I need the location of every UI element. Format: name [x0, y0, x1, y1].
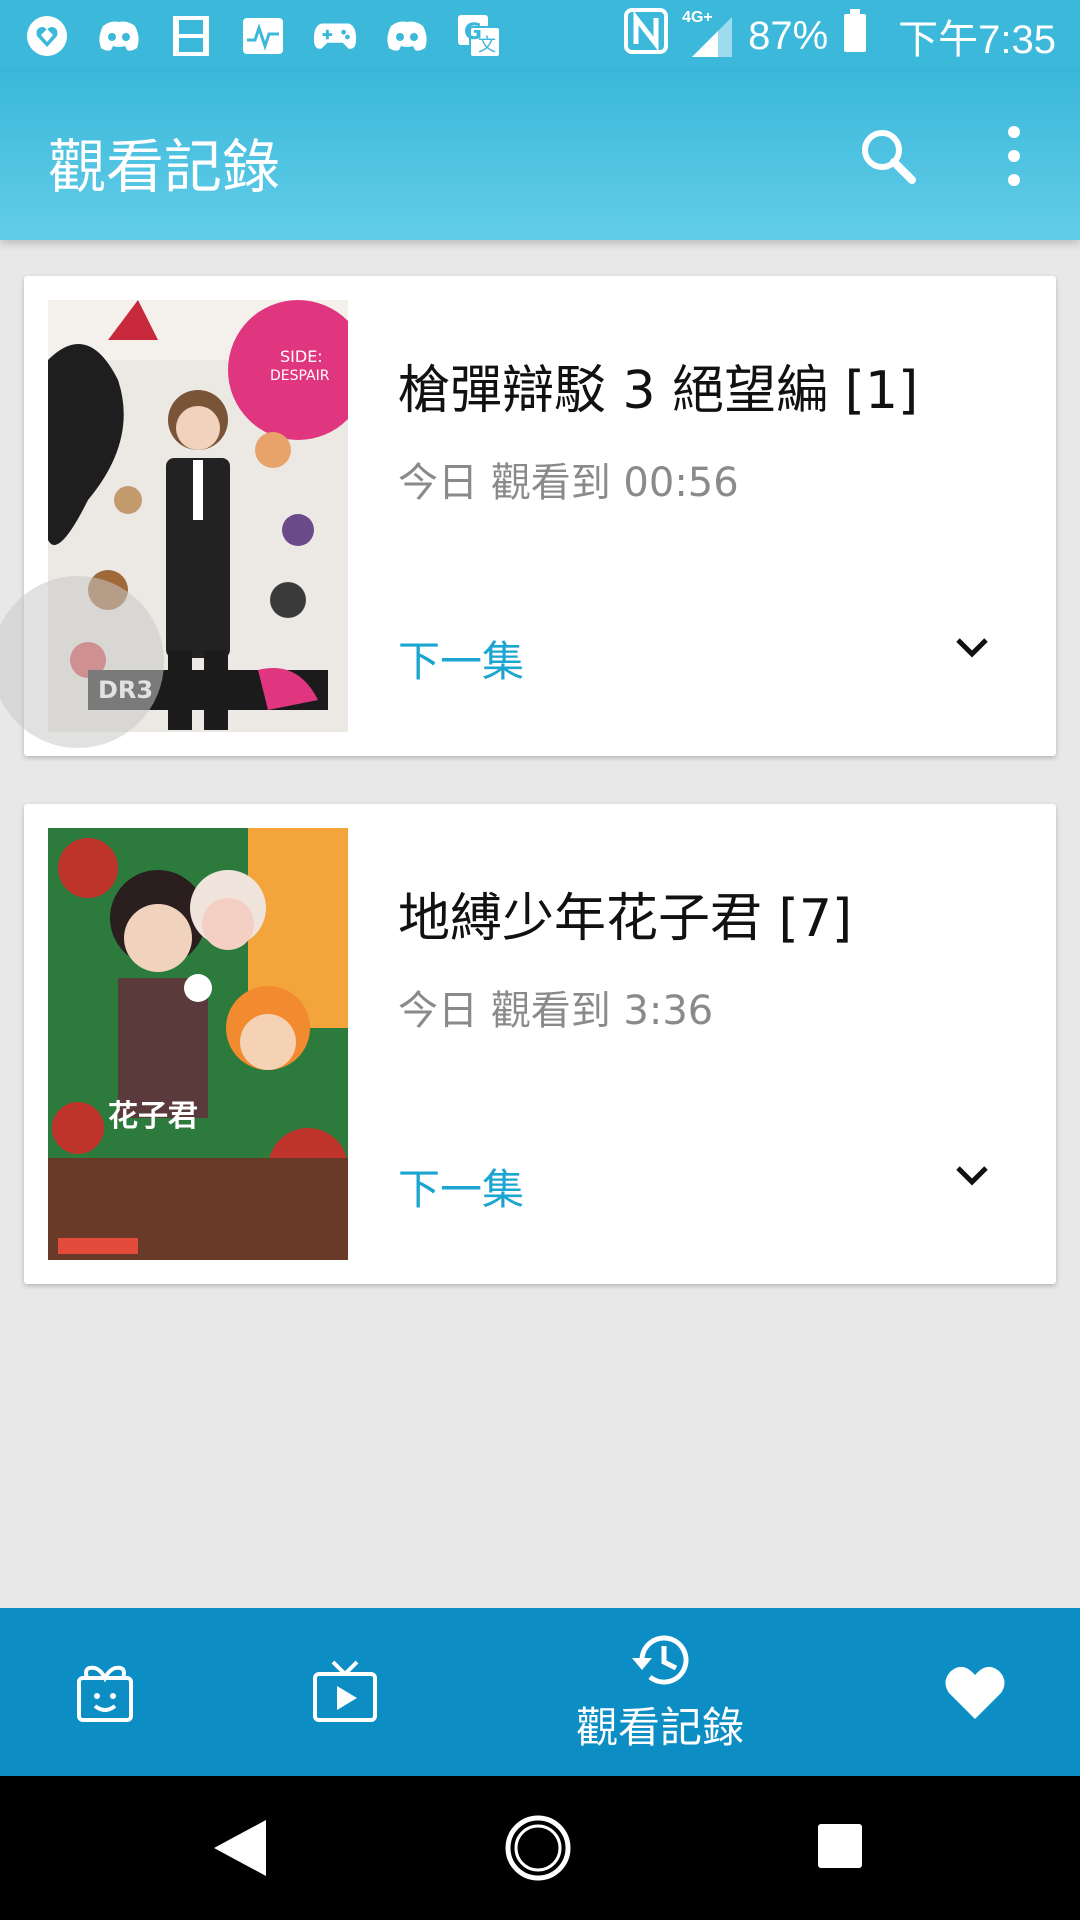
floating-chat-head[interactable] — [0, 576, 164, 748]
film-icon — [168, 14, 214, 58]
network-type: 4G+ — [682, 9, 713, 26]
back-icon — [214, 1820, 266, 1876]
gamepad-icon — [312, 14, 358, 58]
signal-icon: 4G+ — [682, 9, 734, 59]
page-title: 觀看記錄 — [48, 133, 281, 201]
bottom-navigation: 觀看記錄 — [0, 1608, 1080, 1776]
battery-percent: 87% — [748, 13, 829, 58]
system-navigation-bar — [0, 1776, 1080, 1920]
svg-text:DESPAIR: DESPAIR — [270, 368, 330, 384]
more-vert-icon — [1008, 126, 1020, 186]
heart-diamond-icon — [24, 14, 70, 58]
app-bar: 觀看記錄 — [0, 72, 1080, 240]
nav-item-history-label: 觀看記錄 — [575, 1702, 744, 1752]
thumbnail-art: 花子君 — [48, 828, 348, 1260]
recents-button[interactable] — [816, 1822, 864, 1870]
watch-progress: 今日 觀看到 00:56 — [398, 460, 739, 506]
activity-icon — [240, 14, 286, 58]
heart-icon — [945, 1666, 1005, 1719]
search-button[interactable] — [856, 124, 920, 188]
gift-face-icon — [77, 1665, 133, 1722]
anime-thumbnail[interactable]: 花子君 — [48, 828, 348, 1260]
search-icon — [862, 130, 916, 184]
svg-text:文: 文 — [478, 35, 496, 56]
overflow-menu-button[interactable] — [996, 122, 1032, 190]
status-bar: G文 4G+ 87% 下午7:35 — [0, 0, 1080, 72]
nav-item-favorites[interactable] — [920, 1608, 1030, 1776]
translate-icon: G文 — [456, 14, 502, 58]
home-icon — [505, 1815, 571, 1881]
nav-item-new[interactable] — [50, 1608, 160, 1776]
tv-play-icon — [313, 1660, 377, 1722]
back-button[interactable] — [210, 1816, 270, 1880]
anime-title[interactable]: 槍彈辯駁 3 絕望編 [1] — [398, 348, 918, 423]
clock: 下午7:35 — [898, 18, 1056, 62]
nfc-icon — [624, 8, 669, 64]
expand-button[interactable] — [950, 1154, 994, 1198]
status-right: 4G+ 87% 下午7:35 — [624, 7, 1056, 65]
chevron-down-icon — [956, 638, 988, 658]
svg-text:花子君: 花子君 — [108, 1099, 198, 1134]
discord-icon — [384, 14, 430, 58]
recents-icon — [818, 1824, 862, 1868]
svg-text:SIDE:: SIDE: — [280, 347, 323, 366]
expand-button[interactable] — [950, 626, 994, 670]
anime-title[interactable]: 地縛少年花子君 [7] — [398, 876, 852, 951]
battery-icon — [842, 9, 868, 63]
nav-item-history[interactable]: 觀看記錄 — [560, 1608, 760, 1776]
discord-icon — [96, 14, 142, 58]
nav-item-watch[interactable] — [290, 1608, 400, 1776]
history-icon — [632, 1635, 689, 1685]
next-episode-link[interactable]: 下一集 — [398, 628, 524, 689]
history-card[interactable]: 花子君 地縛少年花子君 [7] 今日 觀看到 3:36 下一集 — [24, 804, 1056, 1284]
notification-icons: G文 — [24, 14, 502, 58]
home-button[interactable] — [504, 1814, 572, 1882]
history-card[interactable]: SIDE: DESPAIR DR3 槍彈辯駁 3 絕望編 [1] 今日 觀看到 … — [0, 276, 1056, 756]
chevron-down-icon — [956, 1166, 988, 1186]
next-episode-link[interactable]: 下一集 — [398, 1156, 524, 1217]
watch-progress: 今日 觀看到 3:36 — [398, 988, 714, 1034]
